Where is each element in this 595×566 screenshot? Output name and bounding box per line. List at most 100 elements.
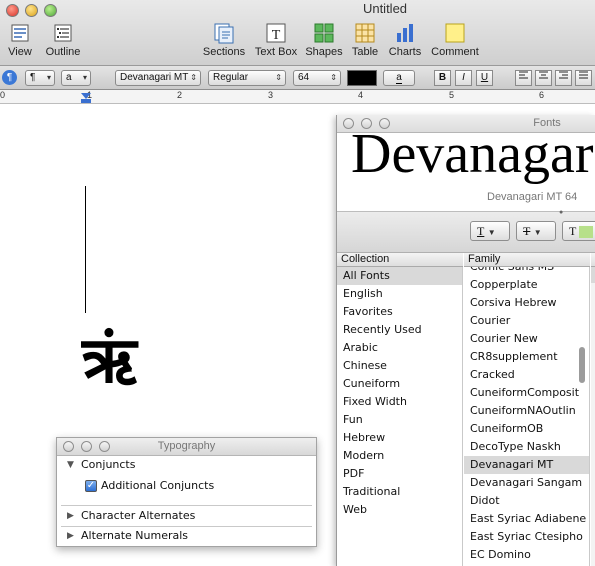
paragraph-style-select[interactable]: ¶ ▾ xyxy=(25,70,55,86)
toolbar-charts-label: Charts xyxy=(388,46,422,58)
typography-panel: Typography ▼ Conjuncts ✓ Additional Conj… xyxy=(56,437,317,547)
toolbar-table-label: Table xyxy=(351,46,379,58)
shapes-icon xyxy=(314,23,334,43)
underline-button[interactable]: U xyxy=(476,70,493,86)
italic-button[interactable]: I xyxy=(455,70,472,86)
toolbar-comment-label: Comment xyxy=(431,46,479,58)
conjuncts-section-toggle[interactable]: ▼ Conjuncts xyxy=(57,455,316,475)
ruler-number: 2 xyxy=(177,90,183,100)
character-alternates-label: Character Alternates xyxy=(81,509,196,522)
align-center-button[interactable] xyxy=(535,70,552,86)
family-item[interactable]: Cracked xyxy=(464,366,589,384)
character-style-select[interactable]: a ▾ xyxy=(61,70,91,86)
family-item[interactable]: Courier xyxy=(464,312,589,330)
font-size-value: 64 xyxy=(298,72,310,83)
styles-drawer-icon[interactable]: ¶ xyxy=(2,70,17,85)
chevron-down-icon: ▾ xyxy=(46,73,51,82)
family-item[interactable]: CuneiformOB xyxy=(464,420,589,438)
family-item[interactable]: CuneiformComposit xyxy=(464,384,589,402)
collection-item[interactable]: All Fonts xyxy=(337,267,462,285)
additional-conjuncts-option[interactable]: ✓ Additional Conjuncts xyxy=(57,476,316,496)
font-family-select[interactable]: Devanagari MT ⇕ xyxy=(115,70,201,86)
family-item[interactable]: Corsiva Hebrew xyxy=(464,294,589,312)
chevron-down-icon: ▾ xyxy=(82,73,87,82)
family-item[interactable]: Comic Sans MS xyxy=(464,267,589,276)
family-item[interactable]: East Syriac Adiabene xyxy=(464,510,589,528)
family-item[interactable]: CR8supplement xyxy=(464,348,589,366)
family-item[interactable]: East Syriac Ctesipho xyxy=(464,528,589,546)
font-family-value: Devanagari MT xyxy=(120,72,189,83)
text-strikethrough-popup[interactable]: T ▼ xyxy=(516,221,556,241)
chevron-down-icon: ▼ xyxy=(487,228,496,237)
align-left-button[interactable] xyxy=(515,70,532,86)
collection-list[interactable]: All Fonts English Favorites Recently Used Ar… xyxy=(337,267,463,566)
family-item[interactable]: DecoType Naskh xyxy=(464,438,589,456)
left-margin-marker-icon[interactable] xyxy=(81,99,91,103)
family-item[interactable]: Devanagari MT xyxy=(464,456,589,474)
collection-item[interactable]: Favorites xyxy=(337,303,462,321)
alternate-numerals-section-toggle[interactable]: ▶ Alternate Numerals xyxy=(57,526,316,546)
collection-item[interactable]: Hebrew xyxy=(337,429,462,447)
family-list[interactable]: Comic Sans MSCopperplateCorsiva HebrewCo… xyxy=(464,267,590,566)
typeface-column-header[interactable]: T xyxy=(591,253,595,267)
document-glyph-text[interactable]: ऋं xyxy=(82,318,137,404)
toolbar-view-button[interactable]: View xyxy=(4,22,36,58)
typeface-selected-row[interactable] xyxy=(591,267,595,283)
collection-item[interactable]: Traditional xyxy=(337,483,462,501)
text-color-popup-label: T xyxy=(569,224,577,238)
toolbar-textbox-button[interactable]: T Text Box xyxy=(253,22,299,58)
toolbar-shapes-button[interactable]: Shapes xyxy=(305,22,343,58)
family-list-scrollbar[interactable] xyxy=(579,347,585,383)
typeface-list[interactable] xyxy=(591,267,595,566)
collection-item[interactable]: Recently Used xyxy=(337,321,462,339)
outline-icon xyxy=(54,24,72,42)
toolbar-comment-button[interactable]: Comment xyxy=(429,22,481,58)
toolbar-sections-button[interactable]: Sections xyxy=(202,22,246,58)
ruler-number: 3 xyxy=(268,90,274,100)
toolbar-charts-button[interactable]: Charts xyxy=(387,22,423,58)
family-item[interactable]: Didot xyxy=(464,492,589,510)
text-insertion-cursor xyxy=(85,186,86,313)
splitter-handle-icon[interactable]: ● xyxy=(559,209,563,216)
collection-item[interactable]: Cuneiform xyxy=(337,375,462,393)
family-item[interactable]: EC Domino xyxy=(464,546,589,564)
font-style-select[interactable]: Regular ⇕ xyxy=(208,70,286,86)
collection-item[interactable]: Arabic xyxy=(337,339,462,357)
font-size-field[interactable]: 64 ⇕ xyxy=(293,70,341,86)
text-color-swatch[interactable] xyxy=(347,70,377,86)
collection-item[interactable]: Web xyxy=(337,501,462,519)
collection-item[interactable]: Fun xyxy=(337,411,462,429)
highlight-color-button[interactable]: a xyxy=(383,70,415,86)
align-justify-button[interactable] xyxy=(575,70,592,86)
typography-title: Typography xyxy=(157,440,216,452)
paragraph-style-value: ¶ xyxy=(30,72,36,83)
text-underline-popup[interactable]: T ▼ xyxy=(470,221,510,241)
family-item[interactable]: Copperplate xyxy=(464,276,589,294)
fonts-panel-titlebar: Fonts xyxy=(337,115,595,133)
collection-item[interactable]: Modern xyxy=(337,447,462,465)
collection-item[interactable]: Fixed Width xyxy=(337,393,462,411)
align-right-button[interactable] xyxy=(555,70,572,86)
family-item[interactable]: Courier New xyxy=(464,330,589,348)
toolbar-textbox-label: Text Box xyxy=(254,46,298,58)
text-color-popup[interactable]: T xyxy=(562,221,595,241)
family-item[interactable]: Devanagari Sangam xyxy=(464,474,589,492)
family-column-header[interactable]: Family xyxy=(464,253,590,267)
stepper-arrows-icon: ⇕ xyxy=(275,73,282,82)
charts-icon xyxy=(397,24,413,42)
toolbar-outline-button[interactable]: Outline xyxy=(43,22,83,58)
character-alternates-section-toggle[interactable]: ▶ Character Alternates xyxy=(57,506,316,526)
family-item[interactable]: CuneiformNAOutlin xyxy=(464,402,589,420)
collection-item[interactable]: PDF xyxy=(337,465,462,483)
disclosure-closed-icon: ▶ xyxy=(67,511,74,521)
format-bar: ¶ ¶ ▾ a ▾ Devanagari MT ⇕ Regular ⇕ 64 ⇕ a B … xyxy=(0,66,595,90)
collection-item[interactable]: Chinese xyxy=(337,357,462,375)
collection-column-header[interactable]: Collection xyxy=(337,253,463,267)
ruler[interactable]: 0 1 2 3 4 5 6 xyxy=(0,90,595,104)
bold-button[interactable]: B xyxy=(434,70,451,86)
toolbar-outline-label: Outline xyxy=(45,46,81,58)
stepper-arrows-icon: ⇕ xyxy=(330,73,337,82)
additional-conjuncts-checkbox[interactable]: ✓ xyxy=(85,480,97,492)
collection-item[interactable]: English xyxy=(337,285,462,303)
toolbar-table-button[interactable]: Table xyxy=(349,22,381,58)
